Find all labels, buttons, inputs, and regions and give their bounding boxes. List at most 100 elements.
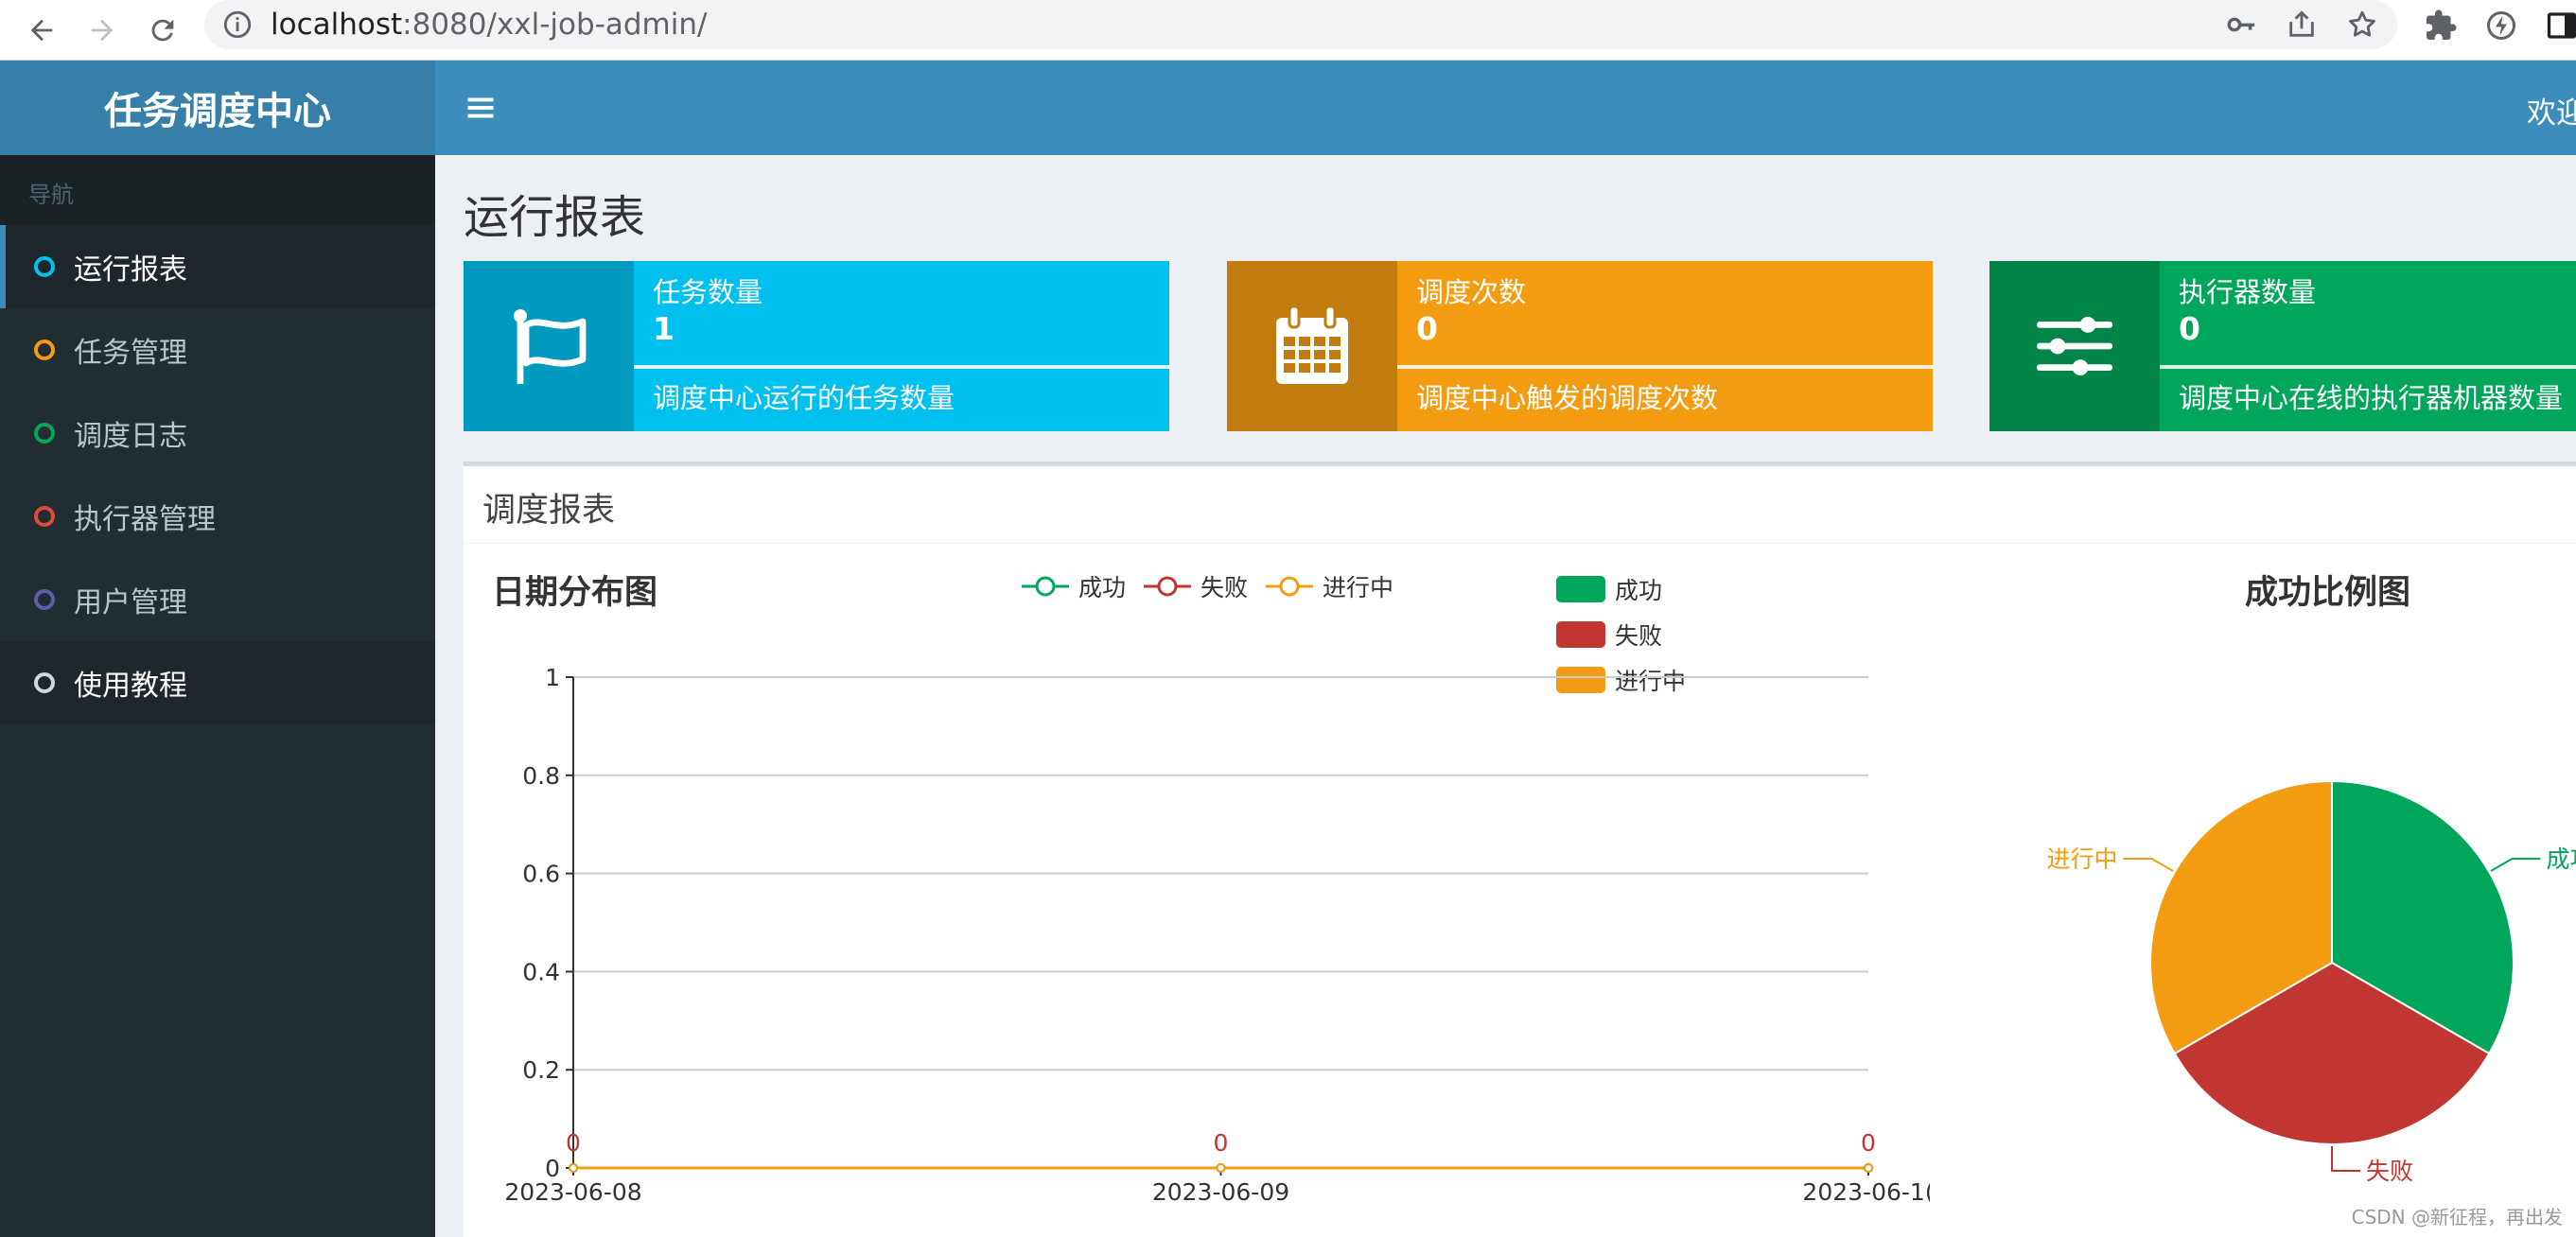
y-tick-label: 0.4 bbox=[522, 958, 560, 985]
legend-line-marker-icon bbox=[1022, 576, 1069, 597]
y-tick-label: 0.2 bbox=[522, 1056, 560, 1084]
arrow-right-icon bbox=[91, 19, 114, 42]
info-icon bbox=[223, 10, 252, 39]
calendar-icon bbox=[1276, 305, 1348, 384]
legend-label: 失败 bbox=[1200, 574, 1249, 601]
legend-label: 成功 bbox=[1078, 574, 1127, 601]
circle-icon bbox=[34, 672, 55, 693]
legend-swatch bbox=[1556, 576, 1605, 602]
top-navbar: 欢迎 bbox=[435, 61, 2576, 155]
sidebar-item-schedule-log[interactable]: 调度日志 bbox=[0, 392, 435, 475]
info-box-task-count: 任务数量 1 调度中心运行的任务数量 bbox=[464, 261, 1169, 431]
legend-item-failed[interactable]: 失败 bbox=[1142, 569, 1248, 603]
y-tick-label: 1 bbox=[545, 664, 560, 691]
info-box-number: 1 bbox=[653, 310, 675, 347]
data-label: 0 bbox=[1861, 1129, 1876, 1157]
circle-icon bbox=[34, 506, 55, 527]
label-leader-line bbox=[2331, 1146, 2360, 1172]
info-box-description: 调度中心触发的调度次数 bbox=[1416, 382, 1719, 414]
performance-icon[interactable] bbox=[2484, 9, 2518, 43]
star-icon[interactable] bbox=[2346, 9, 2378, 41]
date-distribution-line-chart: 0 0.2 0.4 0.6 0.8 1 2023-06-08 2023-06-09 2023-0… bbox=[504, 664, 1930, 1206]
sidebar-item-label: 执行器管理 bbox=[74, 503, 216, 536]
pie-slice-label: 成功 bbox=[2547, 845, 2576, 873]
legend-line-marker-icon bbox=[1144, 576, 1191, 597]
label-leader-line bbox=[2490, 858, 2541, 872]
sidebar-item-executor-management[interactable]: 执行器管理 bbox=[0, 475, 435, 558]
logo-text: 任务调度中心 bbox=[104, 90, 331, 133]
info-box-number: 0 bbox=[2179, 310, 2200, 347]
y-tick-label: 0.6 bbox=[522, 861, 560, 888]
info-box-schedule-count: 调度次数 0 调度中心触发的调度次数 bbox=[1227, 261, 1933, 431]
pie-slice-label: 失败 bbox=[2366, 1158, 2413, 1185]
line-chart-title: 日期分布图 bbox=[492, 574, 658, 612]
sidebar: 导航 运行报表 任务管理 调度日志 执行器管理 用户管理 使用教程 bbox=[0, 155, 435, 1237]
data-point[interactable] bbox=[1216, 1163, 1226, 1173]
info-box-description: 调度中心运行的任务数量 bbox=[653, 382, 955, 414]
sidebar-item-user-management[interactable]: 用户管理 bbox=[0, 558, 435, 641]
reload-icon bbox=[151, 19, 174, 42]
progress-bar bbox=[1397, 365, 1933, 369]
x-tick-label: 2023-06-09 bbox=[1152, 1178, 1289, 1206]
menu-toggle-icon[interactable] bbox=[464, 91, 498, 125]
legend-line-marker-icon bbox=[1266, 576, 1313, 597]
legend-item-success[interactable]: 成功 bbox=[1020, 569, 1126, 603]
sliders-icon bbox=[2037, 317, 2112, 375]
url-text: localhost:8080/xxl-job-admin/ bbox=[271, 8, 708, 42]
info-box-title: 调度次数 bbox=[1416, 276, 1527, 308]
circle-icon bbox=[34, 423, 55, 444]
share-icon[interactable] bbox=[2286, 9, 2318, 41]
sidebar-item-label: 调度日志 bbox=[74, 420, 187, 453]
pie-slice-label: 进行中 bbox=[2046, 845, 2117, 873]
data-label: 0 bbox=[1214, 1129, 1229, 1157]
circle-icon bbox=[34, 340, 55, 360]
info-box-icon-area bbox=[1989, 261, 2160, 431]
data-label: 0 bbox=[566, 1129, 581, 1157]
circle-icon bbox=[34, 256, 55, 277]
page-title: 运行报表 bbox=[464, 191, 646, 244]
info-box-description: 调度中心在线的执行器机器数量 bbox=[2179, 382, 2564, 414]
info-box-number: 0 bbox=[1416, 310, 1438, 347]
data-point[interactable] bbox=[569, 1163, 578, 1173]
sidebar-item-label: 运行报表 bbox=[74, 253, 187, 287]
welcome-user-menu[interactable]: 欢迎 bbox=[2527, 89, 2576, 131]
circle-icon bbox=[34, 589, 55, 610]
legend-item-running[interactable]: 进行中 bbox=[1264, 569, 1393, 603]
pie-legend-item-success[interactable]: 成功 bbox=[1556, 572, 1662, 606]
sidebar-item-label: 使用教程 bbox=[74, 670, 187, 703]
info-box-icon-area bbox=[464, 261, 634, 431]
legend-label: 进行中 bbox=[1323, 574, 1394, 601]
sidebar-section-label: 导航 bbox=[0, 155, 435, 225]
info-box-title: 执行器数量 bbox=[2179, 276, 2317, 308]
progress-bar bbox=[2160, 365, 2576, 369]
sidebar-item-run-report[interactable]: 运行报表 bbox=[0, 225, 435, 308]
flag-icon bbox=[514, 309, 587, 384]
address-bar[interactable]: localhost:8080/xxl-job-admin/ bbox=[204, 0, 2397, 49]
y-tick-label: 0.8 bbox=[522, 762, 560, 790]
info-box-title: 任务数量 bbox=[653, 276, 763, 308]
pie-chart-title: 成功比例图 bbox=[2245, 574, 2411, 612]
browser-toolbar: localhost:8080/xxl-job-admin/ bbox=[0, 0, 2576, 61]
sidebar-item-tutorial[interactable]: 使用教程 bbox=[0, 641, 435, 724]
sidebar-item-label: 用户管理 bbox=[74, 586, 187, 619]
side-panel-icon[interactable] bbox=[2545, 9, 2576, 43]
arrow-left-icon bbox=[30, 19, 53, 42]
legend-label: 成功 bbox=[1615, 577, 1663, 604]
key-icon[interactable] bbox=[2225, 9, 2257, 41]
watermark: CSDN @新征程，再出发 bbox=[2351, 1206, 2563, 1228]
box-title: 调度报表 bbox=[464, 466, 2576, 544]
success-ratio-pie-chart: 成功失败 进行中 bbox=[2046, 779, 2576, 1185]
back-button[interactable] bbox=[17, 6, 66, 55]
label-leader-line bbox=[2123, 858, 2174, 872]
x-tick-label: 2023-06-08 bbox=[504, 1178, 641, 1206]
sidebar-item-task-management[interactable]: 任务管理 bbox=[0, 308, 435, 392]
forward-button[interactable] bbox=[78, 6, 127, 55]
data-point[interactable] bbox=[1864, 1163, 1873, 1173]
extensions-icon[interactable] bbox=[2424, 9, 2458, 43]
progress-bar bbox=[634, 365, 1169, 369]
x-tick-label: 2023-06-1( bbox=[1802, 1178, 1930, 1206]
sidebar-item-label: 任务管理 bbox=[74, 337, 187, 370]
info-box-icon-area bbox=[1227, 261, 1397, 431]
app-logo[interactable]: 任务调度中心 bbox=[0, 61, 435, 155]
reload-button[interactable] bbox=[138, 6, 187, 55]
